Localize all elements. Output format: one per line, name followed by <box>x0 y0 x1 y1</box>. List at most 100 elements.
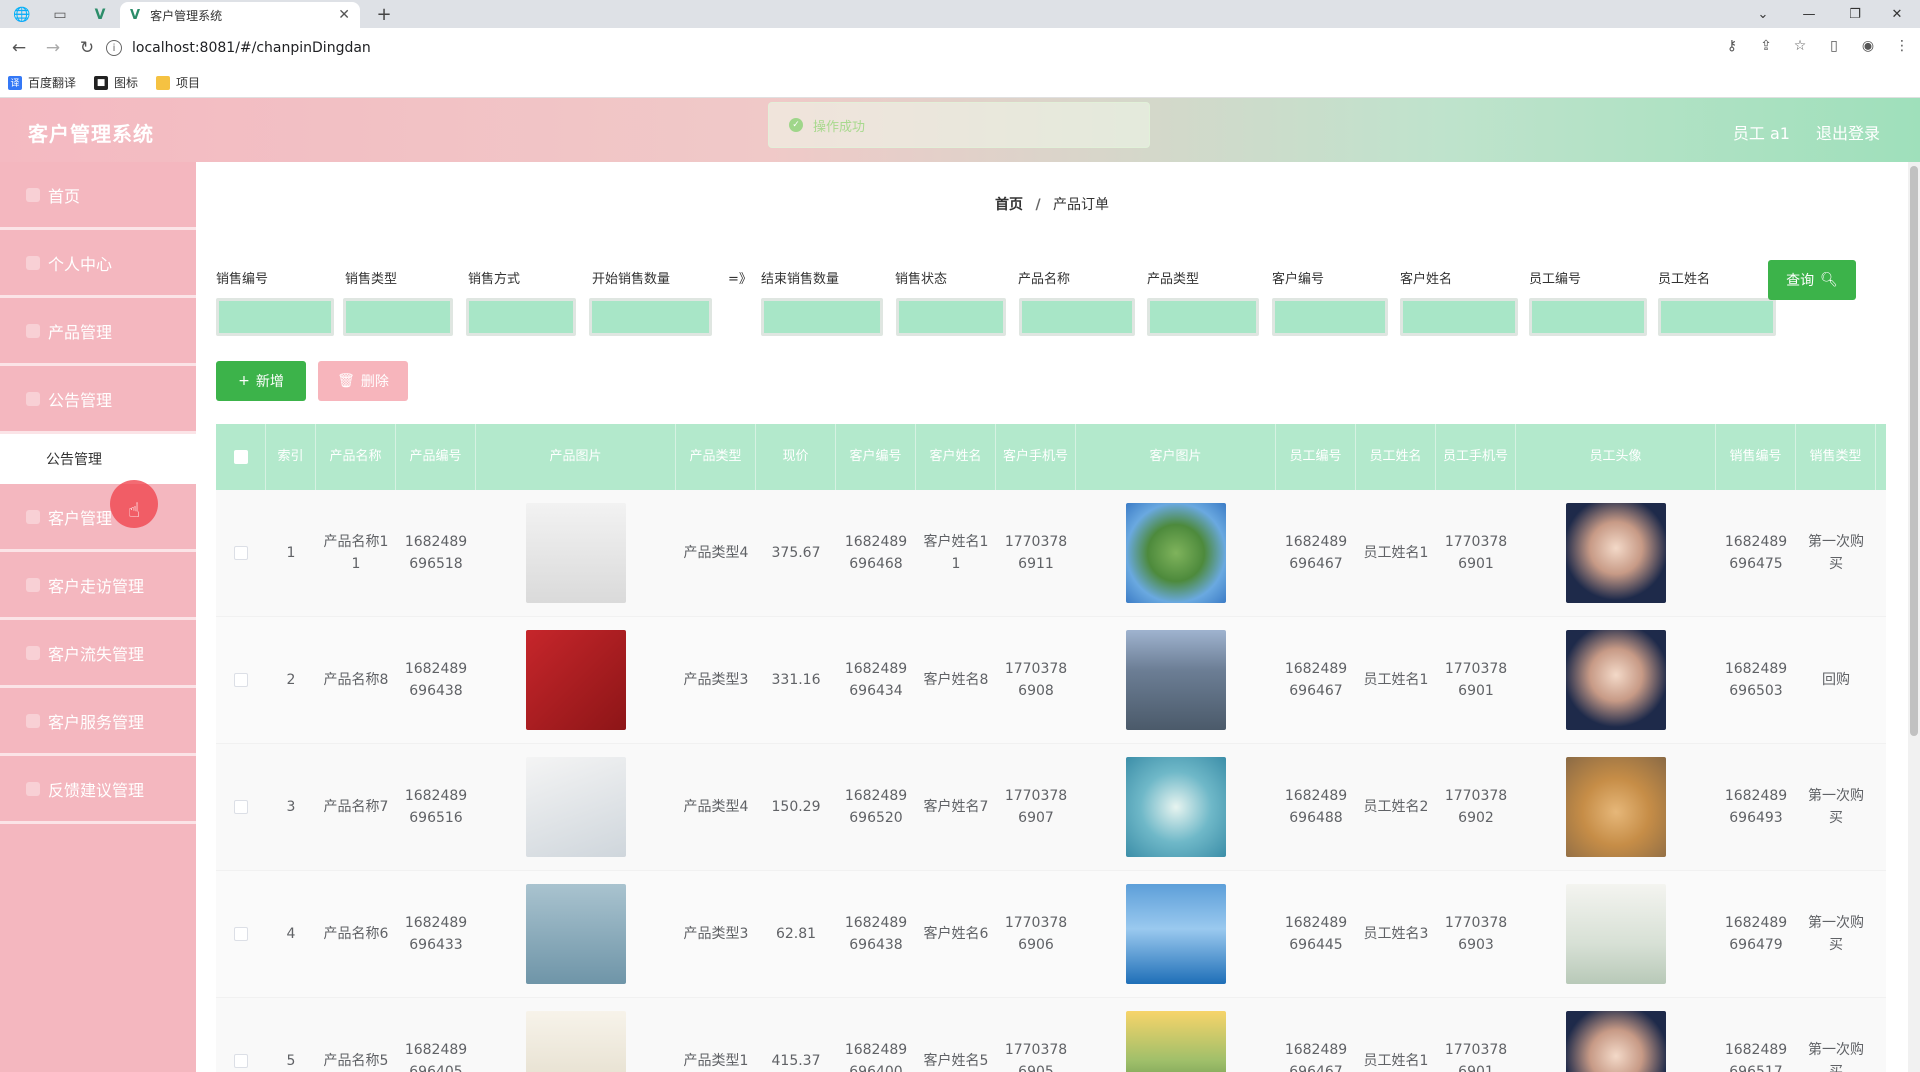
sidebar: 首页 个人中心 产品管理 公告管理 公告管理 客户管理 客户走访管理 客户流失管… <box>0 162 196 1072</box>
vue-tab-icon[interactable]: V <box>86 4 114 26</box>
new-tab-button[interactable]: + <box>372 3 396 25</box>
plus-icon: + <box>238 373 250 389</box>
sidebar-item-customers[interactable]: 客户管理 <box>0 484 196 552</box>
back-button[interactable]: ← <box>4 33 34 63</box>
forward-button[interactable]: → <box>38 33 68 63</box>
cell-text: 1682489696520 <box>844 787 908 826</box>
table-row[interactable]: 1 产品名称11 1682489696518 产品类型4 375.67 168248969… <box>216 490 1886 617</box>
table-cell: 第一次购买 <box>1796 744 1876 870</box>
table-cell: 员工姓名1 <box>1356 617 1436 743</box>
sidebar-item-service[interactable]: 客户服务管理 <box>0 688 196 756</box>
customer-name-input[interactable] <box>1400 298 1518 336</box>
customer-image[interactable] <box>1126 503 1226 603</box>
table-cell: 第一次购买 <box>1796 490 1876 616</box>
close-window-button[interactable]: ✕ <box>1874 0 1920 28</box>
employee-avatar[interactable] <box>1566 757 1666 857</box>
table-cell: 第一次购买 <box>1796 871 1876 997</box>
row-checkbox[interactable] <box>216 871 266 997</box>
employee-avatar[interactable] <box>1566 630 1666 730</box>
sidebar-item-churn[interactable]: 客户流失管理 <box>0 620 196 688</box>
sidebar-subitem-notices[interactable]: 公告管理 <box>0 434 196 484</box>
customer-image[interactable] <box>1126 1011 1226 1072</box>
sidebar-item-products[interactable]: 产品管理 <box>0 298 196 366</box>
star-icon[interactable]: ☆ <box>1790 36 1810 56</box>
url-field[interactable]: i localhost:8081/#/chanpinDingdan <box>106 32 1706 64</box>
table-cell: 客户姓名6 <box>916 871 996 997</box>
minimize-button[interactable]: — <box>1786 0 1832 28</box>
sidebar-item-notices[interactable]: 公告管理 <box>0 366 196 434</box>
cell-text: 17703786908 <box>1004 660 1068 699</box>
globe-icon[interactable]: 🌐 <box>8 4 36 26</box>
employee-avatar[interactable] <box>1566 884 1666 984</box>
restore-button[interactable]: ❐ <box>1832 0 1878 28</box>
product-image[interactable] <box>526 757 626 857</box>
profile-icon[interactable]: ◉ <box>1858 36 1878 56</box>
column-header: 产品编号 <box>396 424 476 490</box>
column-header: 客户手机号 <box>996 424 1076 490</box>
page-scrollbar[interactable] <box>1908 162 1920 1072</box>
blank-tab-icon[interactable]: ▭ <box>46 4 74 26</box>
sidebar-item-visits[interactable]: 客户走访管理 <box>0 552 196 620</box>
customer-image[interactable] <box>1126 757 1226 857</box>
customer-image[interactable] <box>1126 630 1226 730</box>
key-icon[interactable]: ⚷ <box>1722 36 1742 56</box>
product-image[interactable] <box>526 630 626 730</box>
add-button[interactable]: + 新增 <box>216 361 306 401</box>
product-name-input[interactable] <box>1019 298 1135 336</box>
sales-method-select[interactable] <box>466 298 576 336</box>
breadcrumb-home[interactable]: 首页 <box>995 197 1023 213</box>
table-row[interactable]: 5 产品名称5 1682489696405 产品类型1 415.37 1682489696… <box>216 998 1886 1072</box>
customer-image[interactable] <box>1126 884 1226 984</box>
sales-status-select[interactable] <box>896 298 1006 336</box>
logout-link[interactable]: 退出登录 <box>1816 120 1880 144</box>
reload-button[interactable]: ↻ <box>72 33 102 63</box>
filter-label: 员工姓名 <box>1658 272 1711 287</box>
product-image[interactable] <box>526 884 626 984</box>
end-quantity-input[interactable] <box>761 298 883 336</box>
product-image[interactable] <box>526 1011 626 1072</box>
column-header: 员工头像 <box>1516 424 1716 490</box>
sales-number-input[interactable] <box>216 298 334 336</box>
site-info-icon[interactable]: i <box>106 40 122 56</box>
employee-number-input[interactable] <box>1529 298 1647 336</box>
bookmark-translate[interactable]: 译 百度翻译 <box>8 74 76 91</box>
share-icon[interactable]: ⇪ <box>1756 36 1776 56</box>
menu-icon[interactable]: ⋮ <box>1892 36 1912 56</box>
customer-number-input[interactable] <box>1272 298 1388 336</box>
employee-avatar[interactable] <box>1566 1011 1666 1072</box>
bookmark-project[interactable]: 项目 <box>156 74 200 91</box>
close-tab-icon[interactable]: ✕ <box>338 7 350 23</box>
bookmark-icons[interactable]: ■ 图标 <box>94 74 138 91</box>
select-all-checkbox[interactable] <box>216 424 266 490</box>
cell-text: 1682489696467 <box>1284 660 1348 699</box>
employee-name-input[interactable] <box>1658 298 1776 336</box>
table-row[interactable]: 2 产品名称8 1682489696438 产品类型3 331.16 1682489696… <box>216 617 1886 744</box>
orders-table: 索引 产品名称 产品编号 产品图片 产品类型 现价 客户编号 客户姓名 客户手机… <box>216 424 1886 1072</box>
menu-icon <box>26 255 40 270</box>
employee-avatar[interactable] <box>1566 503 1666 603</box>
sidebar-item-profile[interactable]: 个人中心 <box>0 230 196 298</box>
row-checkbox[interactable] <box>216 490 266 616</box>
sidebar-item-home[interactable]: 首页 <box>0 162 196 230</box>
row-checkbox[interactable] <box>216 744 266 870</box>
table-row[interactable]: 4 产品名称6 1682489696433 产品类型3 62.81 16824896964… <box>216 871 1886 998</box>
sidepanel-icon[interactable]: ▯ <box>1824 36 1844 56</box>
cell-text: 第一次购买 <box>1808 787 1864 826</box>
column-header: 销售类型 <box>1796 424 1876 490</box>
product-image[interactable] <box>526 503 626 603</box>
row-checkbox[interactable] <box>216 998 266 1072</box>
sales-type-select[interactable] <box>343 298 453 336</box>
scrollbar-thumb[interactable] <box>1910 166 1918 736</box>
delete-button[interactable]: 🗑︎ 删除 <box>318 361 408 401</box>
sidebar-item-feedback[interactable]: 反馈建议管理 <box>0 756 196 824</box>
product-type-select[interactable] <box>1147 298 1259 336</box>
tab-search-icon[interactable]: ⌄ <box>1740 0 1786 28</box>
start-quantity-input[interactable] <box>589 298 712 336</box>
menu-icon <box>26 713 40 728</box>
row-checkbox[interactable] <box>216 617 266 743</box>
query-button[interactable]: 查询 🔍︎ <box>1768 260 1856 300</box>
cell-text: 62.81 <box>775 925 817 942</box>
table-row[interactable]: 3 产品名称7 1682489696516 产品类型4 150.29 1682489696… <box>216 744 1886 871</box>
active-tab[interactable]: V 客户管理系统 ✕ <box>120 2 360 28</box>
breadcrumb: 首页 / 产品订单 <box>196 194 1908 214</box>
